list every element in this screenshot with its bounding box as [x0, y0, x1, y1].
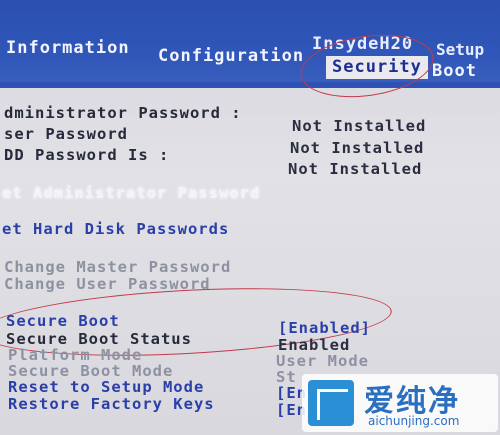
secure-boot-label[interactable]: Secure Boot	[6, 312, 120, 330]
set-admin-password-item[interactable]: et Administrator Password	[2, 184, 260, 202]
tab-configuration[interactable]: Configuration	[158, 46, 304, 66]
restore-factory-keys-label[interactable]: Restore Factory Keys	[8, 395, 215, 413]
tab-information[interactable]: Information	[6, 38, 130, 58]
admin-password-value: Not Installed	[292, 117, 427, 135]
change-master-password-item: Change Master Password	[4, 258, 232, 276]
watermark: 爱纯净 aichunjing.com	[302, 374, 498, 432]
admin-password-label: dministrator Password :	[4, 104, 242, 122]
menu-bar-divider	[0, 82, 500, 88]
bios-screen: InsydeH20 Setup Information Configuratio…	[0, 0, 500, 435]
hdd-password-value: Not Installed	[288, 160, 423, 178]
tab-boot[interactable]: Boot	[428, 60, 481, 82]
hdd-password-label: DD Password Is :	[4, 146, 170, 164]
user-password-value: Not Installed	[290, 139, 425, 157]
brand-setup: Setup	[436, 40, 485, 59]
watermark-url: aichunjing.com	[368, 414, 460, 428]
watermark-logo-icon	[308, 380, 354, 426]
user-password-label: ser Password	[4, 125, 128, 143]
reset-setup-mode-label[interactable]: Reset to Setup Mode	[8, 378, 204, 396]
set-hdd-passwords-item[interactable]: et Hard Disk Passwords	[2, 220, 229, 238]
secure-boot-value[interactable]: [Enabled]	[278, 319, 371, 337]
